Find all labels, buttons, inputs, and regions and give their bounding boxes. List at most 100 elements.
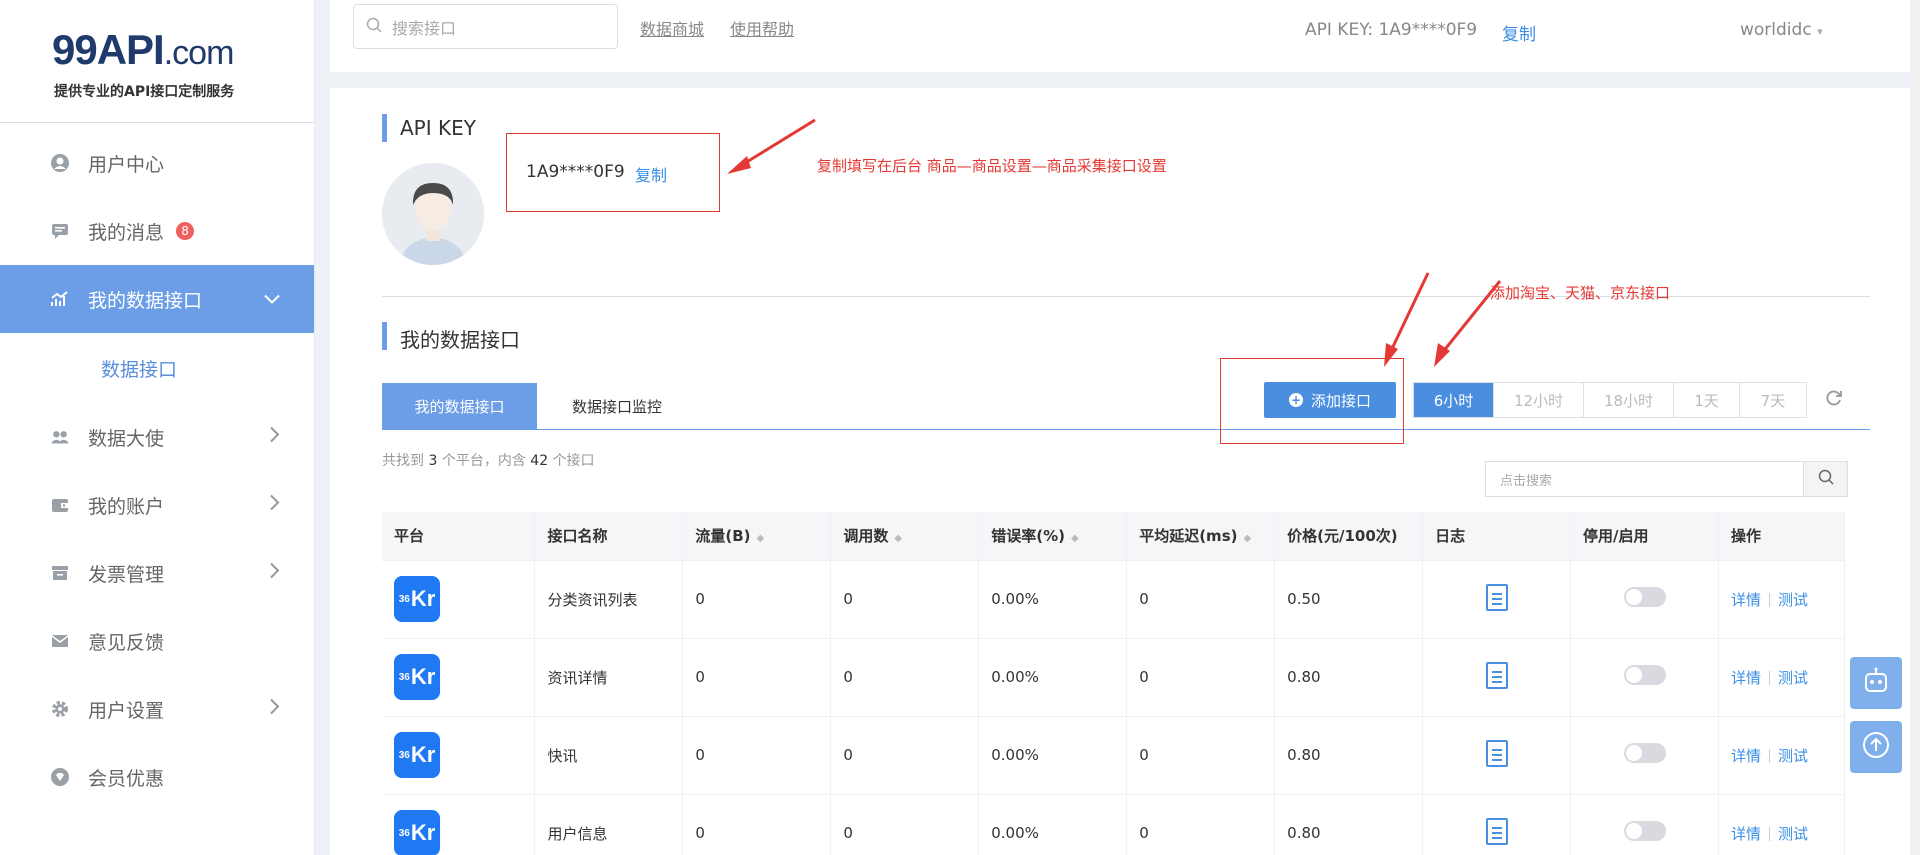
chevron-down-icon <box>264 289 280 310</box>
sidebar-item-messages[interactable]: 我的消息 8 <box>0 197 314 265</box>
time-range-1d[interactable]: 1天 <box>1674 383 1740 417</box>
sidebar-item-my-data-interfaces[interactable]: 我的数据接口 <box>0 265 314 333</box>
diamond-icon <box>50 767 70 787</box>
chevron-right-icon <box>270 562 280 584</box>
table-header-row: 平台 接口名称 流量(B) ◆ 调用数 ◆ 错误率(%) ◆ 平均延迟(ms) ◆ 价格… <box>382 512 1846 560</box>
tab-my-interfaces[interactable]: 我的数据接口 <box>382 383 537 430</box>
chatbot-button[interactable] <box>1850 657 1902 709</box>
help-link[interactable]: 使用帮助 <box>730 16 794 40</box>
name-cell: 分类资讯列表 <box>534 559 684 638</box>
name-cell: 资讯详情 <box>534 637 684 716</box>
sort-icon: ◆ <box>1243 533 1252 545</box>
site-logo[interactable]: 99API.com 提供专业的API接口定制服务 <box>0 0 314 123</box>
platform-cell: 36 Kr <box>382 637 536 716</box>
table-search-button[interactable] <box>1803 462 1847 496</box>
log-document-icon[interactable] <box>1485 817 1508 845</box>
plus-icon: + <box>1288 393 1303 407</box>
actions-cell: 详情 测试 <box>1718 637 1846 716</box>
search-icon <box>1818 469 1834 489</box>
api-key-display: API KEY: 1A9****0F9 <box>1305 20 1478 40</box>
table-search: 点击搜索 <box>1485 461 1848 497</box>
annotation-note-key: 复制填写在后台 商品—商品设置—商品采集接口设置 <box>817 157 1167 175</box>
col-calls[interactable]: 调用数 ◆ <box>830 512 980 560</box>
add-interface-button[interactable]: + 添加接口 <box>1264 382 1396 418</box>
detail-link[interactable]: 详情 <box>1731 669 1761 687</box>
gear-icon <box>50 699 70 719</box>
sidebar-item-user-settings[interactable]: 用户设置 <box>0 675 314 743</box>
calls-cell: 0 <box>830 559 980 638</box>
back-to-top-button[interactable] <box>1850 721 1902 773</box>
enable-toggle[interactable] <box>1623 587 1666 607</box>
copy-api-key-button[interactable]: 复制 <box>635 162 667 186</box>
test-link[interactable]: 测试 <box>1778 591 1808 609</box>
api-key-value: 1A9****0F9 <box>526 162 625 182</box>
sidebar-item-user-center[interactable]: 用户中心 <box>0 129 314 197</box>
platform-logo-36kr: 36 Kr <box>394 576 440 622</box>
username: worldidc <box>1740 20 1812 40</box>
sidebar-item-member-discount[interactable]: 会员优惠 <box>0 743 314 811</box>
time-range-7d[interactable]: 7天 <box>1740 383 1806 417</box>
detail-link[interactable]: 详情 <box>1731 591 1761 609</box>
logo-brand: 99API <box>52 26 165 73</box>
price-value: 0.50 <box>1287 590 1321 608</box>
sidebar-nav: 用户中心 我的消息 8 我的数据接口 数据接口 数据大使 我的账户 发票管理 意… <box>0 129 314 811</box>
caret-down-icon: ▾ <box>1817 25 1823 38</box>
traffic-cell: 0 <box>682 793 832 855</box>
table-row: 36 Kr 资讯详情 0 0 0.00% 0 0.80 详情 测试 <box>382 637 1846 716</box>
enable-toggle[interactable] <box>1623 821 1666 842</box>
col-error-rate[interactable]: 错误率(%) ◆ <box>978 512 1128 560</box>
interface-count: 42 <box>530 453 549 469</box>
test-link[interactable]: 测试 <box>1778 669 1808 687</box>
copy-key-button[interactable]: 复制 <box>1502 20 1536 45</box>
separator <box>1769 671 1770 685</box>
sidebar-item-my-account[interactable]: 我的账户 <box>0 471 314 539</box>
time-range-12h[interactable]: 12小时 <box>1494 383 1584 417</box>
log-document-icon[interactable] <box>1485 661 1508 689</box>
col-latency[interactable]: 平均延迟(ms) ◆ <box>1126 512 1276 560</box>
time-range-6h[interactable]: 6小时 <box>1414 383 1494 417</box>
col-actions: 操作 <box>1718 512 1846 560</box>
enable-toggle[interactable] <box>1623 665 1666 685</box>
unread-badge: 8 <box>176 222 195 240</box>
scrollbar[interactable] <box>1910 0 1920 855</box>
invoice-icon <box>50 563 70 583</box>
sidebar-item-label: 我的账户 <box>88 495 165 518</box>
error-rate-cell: 0.00% <box>978 715 1128 794</box>
error-rate-cell: 0.00% <box>978 793 1128 855</box>
user-menu[interactable]: worldidc ▾ <box>1740 20 1823 40</box>
sort-icon: ◆ <box>1071 533 1079 545</box>
annotation-arrows-icon <box>1384 272 1502 367</box>
detail-link[interactable]: 详情 <box>1731 747 1761 765</box>
price-value: 0.80 <box>1287 746 1321 764</box>
test-link[interactable]: 测试 <box>1778 747 1808 765</box>
log-document-icon[interactable] <box>1485 739 1508 767</box>
sidebar-subitem-data-interface[interactable]: 数据接口 <box>0 333 314 403</box>
enable-toggle[interactable] <box>1623 743 1666 763</box>
platform-logo-36kr: 36 Kr <box>394 810 440 855</box>
arrow-up-icon <box>1861 730 1891 764</box>
separator <box>1769 593 1770 607</box>
sidebar-item-data-ambassador[interactable]: 数据大使 <box>0 403 314 471</box>
wallet-icon <box>50 495 70 515</box>
sidebar-item-label: 意见反馈 <box>88 631 165 654</box>
data-mall-link[interactable]: 数据商城 <box>640 16 704 40</box>
interface-name: 用户信息 <box>547 824 608 843</box>
toggle-cell <box>1570 793 1719 855</box>
search-input[interactable]: 搜索接口 <box>353 4 618 49</box>
tab-interface-monitor[interactable]: 数据接口监控 <box>537 383 697 430</box>
logo-suffix: .com <box>163 34 235 72</box>
mail-icon <box>50 631 70 651</box>
calls-value: 0 <box>843 590 853 608</box>
sidebar-item-feedback[interactable]: 意见反馈 <box>0 607 314 675</box>
test-link[interactable]: 测试 <box>1778 825 1808 843</box>
detail-link[interactable]: 详情 <box>1731 825 1761 843</box>
time-range-18h[interactable]: 18小时 <box>1584 383 1674 417</box>
sidebar-item-invoice[interactable]: 发票管理 <box>0 539 314 607</box>
error-rate-value: 0.00% <box>991 590 1039 608</box>
traffic-value: 0 <box>695 746 705 764</box>
table-search-input[interactable]: 点击搜索 <box>1486 462 1803 496</box>
log-document-icon[interactable] <box>1485 583 1508 611</box>
user-icon <box>50 153 70 173</box>
col-traffic[interactable]: 流量(B) ◆ <box>682 512 832 560</box>
refresh-icon[interactable] <box>1824 388 1844 413</box>
